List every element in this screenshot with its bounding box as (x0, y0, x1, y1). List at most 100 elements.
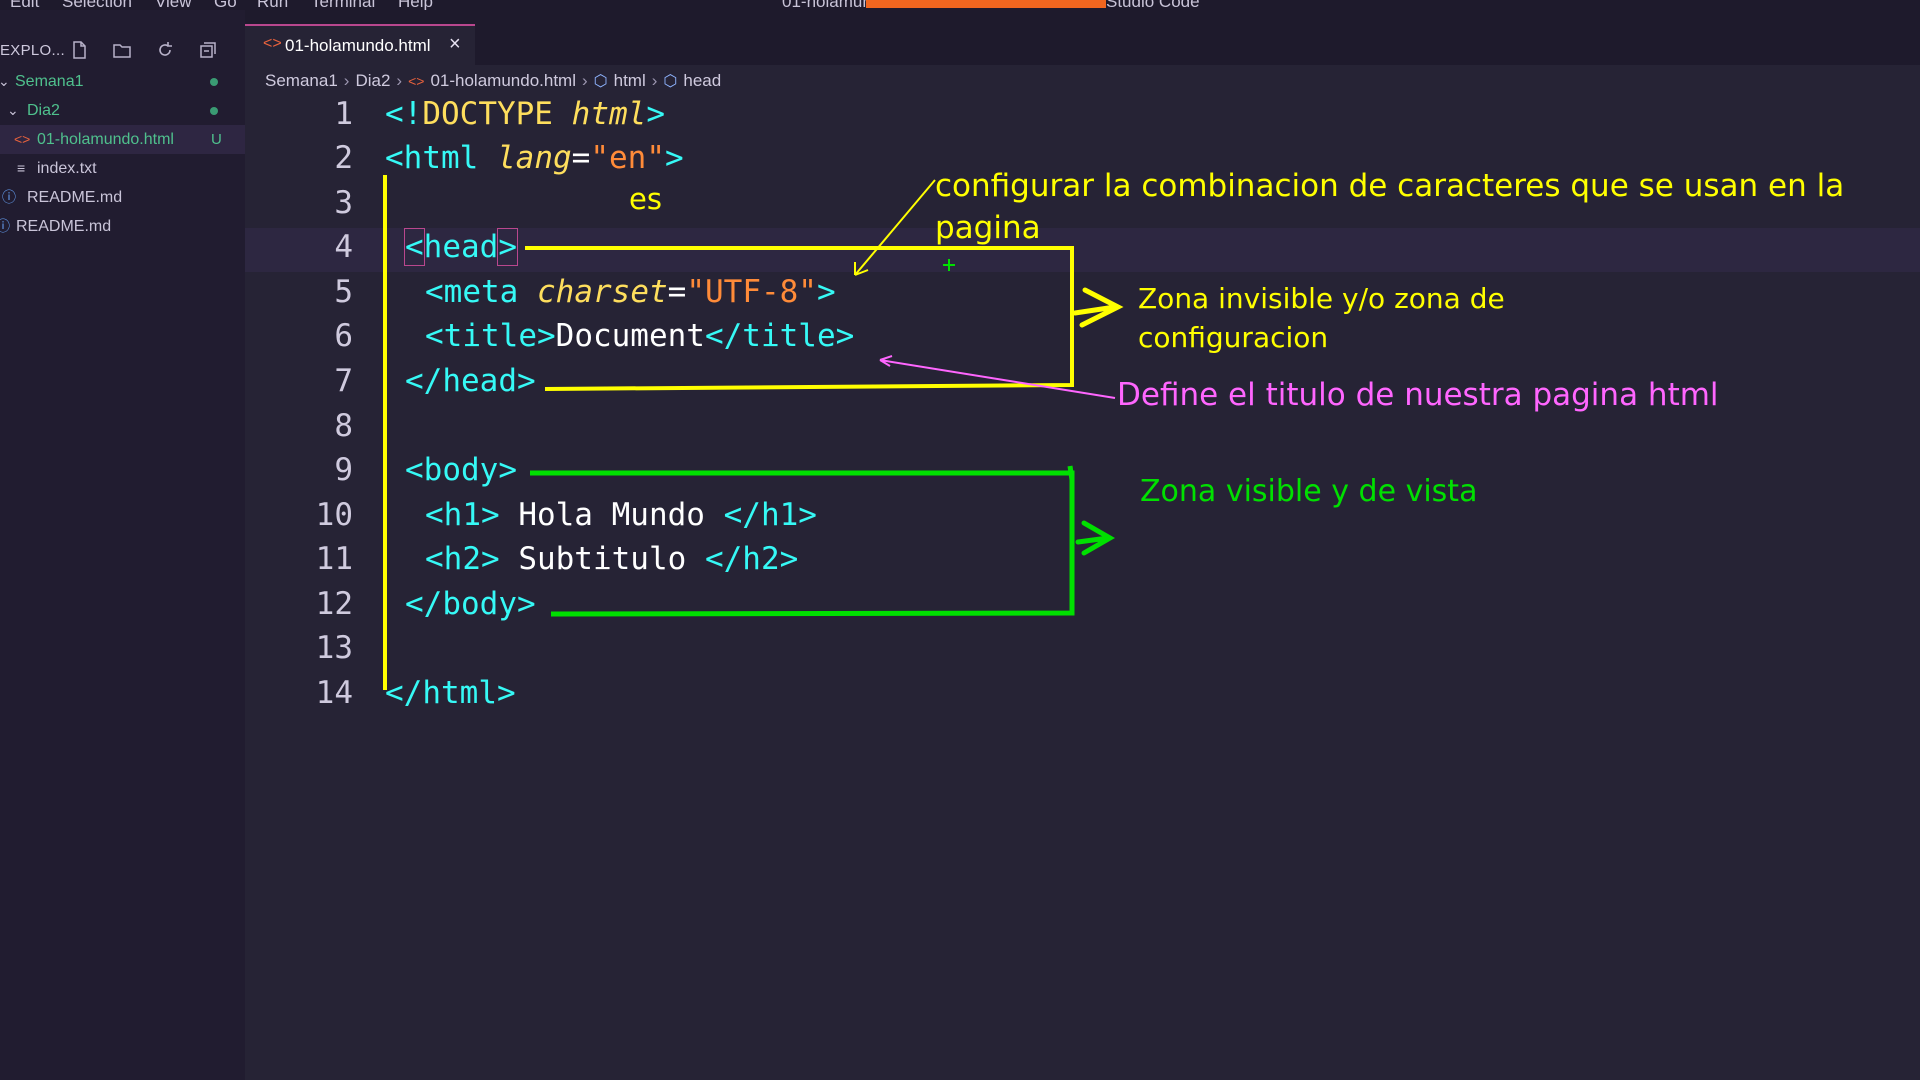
code-token: <! (385, 96, 423, 132)
code-token: Subtitulo (499, 541, 705, 577)
breadcrumb-item[interactable]: 01-holamundo.html (430, 71, 576, 91)
menu-terminal[interactable]: Terminal (311, 0, 375, 10)
code-line-5: <meta charset="UTF-8"> (425, 274, 836, 310)
code-token: </h1> (723, 497, 817, 533)
menu-selection[interactable]: Selection (62, 0, 132, 10)
html-file-icon: <> (263, 35, 282, 52)
code-token: = (667, 274, 687, 310)
head-zone-label-2: configuracion (1138, 321, 1329, 354)
code-token: < (404, 228, 425, 266)
body-zone-label: Zona visible y de vista (1140, 474, 1478, 509)
line-number: 2 (334, 140, 353, 176)
breadcrumb-separator: › (581, 70, 588, 90)
lang-es-note: es (629, 182, 662, 216)
code-token: </title> (704, 318, 855, 354)
menu-help[interactable]: Help (398, 0, 433, 10)
code-line-2: <html lang="en"> (385, 140, 684, 176)
tree-item-label: Dia2 (27, 102, 60, 119)
code-line-10: <h1> Hola Mundo </h1> (425, 497, 817, 533)
code-line-6: <title>Document</title> (425, 318, 854, 354)
tree-folder-dia2[interactable]: ⌄ Dia2 (0, 96, 245, 125)
tree-item-label: Semana1 (15, 73, 84, 90)
tree-file-readme[interactable]: ⓘ README.md (0, 183, 245, 212)
html-file-icon: <> (408, 72, 425, 89)
window-title: 01-holamun (782, 0, 872, 10)
redaction-bar (866, 0, 1106, 8)
charset-note: configurar la combinacion de caracteres … (935, 168, 1845, 204)
line-number: 12 (315, 586, 353, 622)
breadcrumb-item[interactable]: Dia2 (355, 71, 390, 91)
line-number: 11 (315, 541, 353, 577)
explorer-sidebar: EXPLO... ⌄ Semana1 ⌄ Dia2 <> 01-holamund… (0, 10, 245, 1080)
line-number: 8 (334, 408, 353, 444)
tree-item-label: 01-holamundo.html (37, 131, 174, 148)
line-number: 14 (315, 675, 353, 711)
menu-run[interactable]: Run (257, 0, 288, 10)
code-token: <html (385, 140, 479, 176)
menu-edit[interactable]: Edit (10, 0, 39, 10)
code-editor[interactable]: 1 2 3 4 5 6 7 8 9 10 11 12 13 14 <!DOCTY… (245, 96, 1920, 1080)
code-token: lang (497, 140, 572, 176)
code-token: Document (555, 318, 705, 354)
breadcrumb-separator: › (396, 70, 403, 90)
code-line-4: <head> (404, 228, 518, 266)
code-token: > (497, 228, 518, 266)
code-token: head (423, 229, 499, 265)
code-token: > (816, 274, 836, 310)
chevron-down-icon: ⌄ (7, 102, 19, 118)
breadcrumb-item[interactable]: html (614, 71, 646, 91)
breadcrumb-item[interactable]: head (683, 71, 721, 91)
code-line-12: </body> (405, 586, 536, 622)
code-token: <h2> (425, 541, 500, 577)
untracked-badge: U (211, 131, 222, 148)
new-file-icon[interactable] (68, 40, 90, 62)
menu-bar: Edit Selection View Go Run Terminal Help… (0, 0, 1920, 10)
code-token: > (646, 96, 665, 132)
code-token: = (571, 140, 591, 176)
tab-label: 01-holamundo.html (285, 36, 431, 55)
tree-file-01-holamundo[interactable]: <> 01-holamundo.html U (0, 125, 245, 154)
code-token: </html> (385, 675, 516, 711)
info-file-icon: ⓘ (2, 189, 16, 205)
menu-view[interactable]: View (155, 0, 192, 10)
line-number: 6 (334, 318, 353, 354)
modified-dot-icon (210, 107, 218, 115)
tree-file-index-txt[interactable]: ≡ index.txt (0, 154, 245, 183)
code-token: "UTF-8" (686, 274, 817, 310)
breadcrumb: Semana1 › Dia2 › <> 01-holamundo.html › ⬡ html › ⬡… (265, 70, 721, 94)
line-number: 9 (334, 452, 353, 488)
line-number: 3 (334, 185, 353, 221)
refresh-icon[interactable] (154, 40, 176, 62)
close-icon[interactable]: × (449, 33, 461, 56)
explorer-header: EXPLO... (0, 32, 245, 72)
code-line-7: </head> (405, 363, 536, 399)
code-token: <meta (425, 274, 519, 310)
code-token: charset (537, 274, 668, 310)
code-line-11: <h2> Subtitulo </h2> (425, 541, 798, 577)
line-number: 4 (334, 229, 353, 265)
window-title-end: Studio Code (1106, 0, 1200, 10)
text-file-icon: ≡ (17, 160, 26, 176)
line-number: 5 (334, 274, 353, 310)
tree-folder-semana1[interactable]: ⌄ Semana1 (0, 67, 245, 96)
code-token: html (571, 96, 647, 132)
line-number: 13 (315, 630, 353, 666)
element-icon: ⬡ (663, 72, 678, 90)
tree-item-label: index.txt (37, 160, 97, 177)
code-line-1: <!DOCTYPE html> (385, 96, 665, 132)
code-token: </h2> (704, 541, 799, 577)
head-zone-label: Zona invisible y/o zona de (1138, 282, 1505, 315)
code-token: "en" (590, 140, 665, 176)
code-token: <title> (425, 318, 556, 354)
menu-go[interactable]: Go (214, 0, 237, 10)
tree-file-readme[interactable]: ⓘ README.md (0, 212, 245, 241)
editor-tab-bar: <> 01-holamundo.html × (245, 10, 1920, 67)
new-folder-icon[interactable] (111, 40, 133, 62)
collapse-all-icon[interactable] (197, 40, 219, 62)
code-token: Hola Mundo (499, 497, 724, 533)
breadcrumb-item[interactable]: Semana1 (265, 71, 338, 91)
tab-01-holamundo[interactable]: <> 01-holamundo.html × (245, 24, 475, 67)
breadcrumb-separator: › (343, 70, 350, 90)
code-token: </body> (405, 586, 536, 622)
code-token: <body> (405, 452, 517, 488)
